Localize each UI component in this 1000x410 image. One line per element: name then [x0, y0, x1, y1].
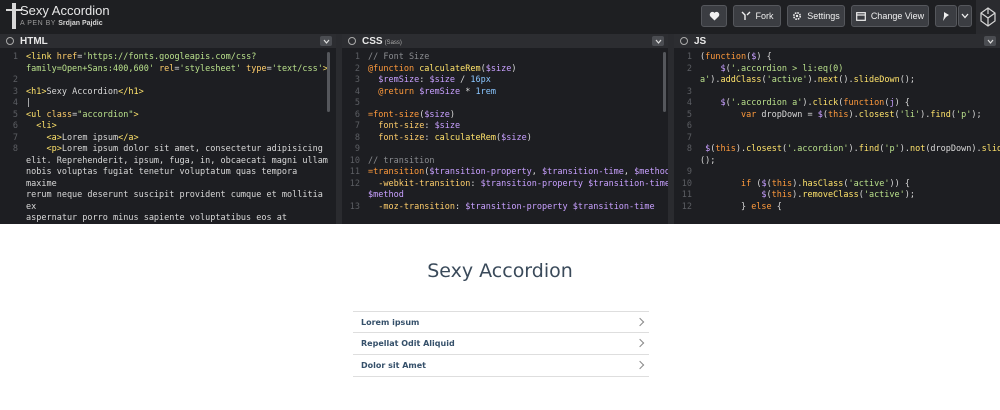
line-numbers: 1 2 3 4 5 6 7 8 9 10 11 12	[681, 52, 692, 212]
pin-icon	[943, 11, 949, 21]
chevron-down-icon	[323, 39, 329, 44]
css-pane-menu-button[interactable]	[652, 36, 664, 46]
top-bar: Sexy Accordion A PEN BY Srdjan Pajdic Fo…	[0, 0, 1000, 34]
accordion-item-label: Repellat Odit Aliquid	[361, 339, 455, 348]
css-editor-pane[interactable]: CSS (Sass) 1 2 3 4 5 6 7 8 9 10 11 12 13 // Font Size…	[342, 34, 668, 224]
gear-icon[interactable]	[348, 37, 356, 45]
accordion-item-label: Lorem ipsum	[361, 317, 420, 327]
chevron-down-icon	[961, 13, 969, 19]
html-code[interactable]: 12345678 <link href='https://fonts.googl…	[0, 52, 336, 224]
codepen-cube-icon	[980, 7, 996, 27]
accordion: Lorem ipsum Repellat Odit Aliquid Dolor …	[353, 311, 649, 377]
change-view-button[interactable]: Change View	[851, 5, 929, 27]
chevron-down-icon	[655, 39, 661, 44]
css-pane-title: CSS (Sass)	[362, 35, 402, 47]
js-editor-pane[interactable]: JS 1 2 3 4 5 6 7 8 9 10 11 12 (function($) { $('.ac…	[674, 34, 1000, 224]
accordion-item[interactable]: Dolor sit Amet	[353, 355, 649, 377]
chevron-right-icon	[635, 317, 645, 327]
pen-author: A PEN BY Srdjan Pajdic	[20, 20, 103, 27]
gear-icon[interactable]	[680, 37, 688, 45]
chevron-right-icon	[635, 338, 645, 348]
js-pane-header: JS	[674, 34, 1000, 48]
css-pane-header: CSS (Sass)	[342, 34, 668, 48]
fork-label: Fork	[755, 11, 774, 21]
line-numbers: 12345678	[12, 52, 18, 154]
html-pane-menu-button[interactable]	[320, 36, 332, 46]
html-scrollbar[interactable]	[327, 52, 330, 112]
accordion-item[interactable]: Repellat Odit Aliquid	[353, 333, 649, 355]
pen-title-block: Sexy Accordion A PEN BY Srdjan Pajdic	[20, 3, 110, 27]
html-pane-title: HTML	[20, 35, 48, 47]
layout-icon	[855, 11, 866, 21]
heart-button[interactable]	[701, 5, 727, 27]
css-code[interactable]: 1 2 3 4 5 6 7 8 9 10 11 12 13 // Font Size @function…	[342, 52, 668, 224]
js-code[interactable]: 1 2 3 4 5 6 7 8 9 10 11 12 (function($) { $('.accor…	[674, 52, 1000, 224]
pin-button[interactable]	[935, 5, 957, 27]
gear-icon	[793, 11, 802, 21]
fork-icon	[741, 11, 750, 20]
line-numbers: 1 2 3 4 5 6 7 8 9 10 11 12 13	[349, 52, 360, 212]
fork-button[interactable]: Fork	[733, 5, 781, 27]
settings-button[interactable]: Settings	[787, 5, 845, 27]
author-link[interactable]: Srdjan Pajdic	[58, 20, 102, 27]
user-avatar[interactable]	[976, 0, 1000, 34]
chevron-right-icon	[635, 360, 645, 370]
js-pane-menu-button[interactable]	[984, 36, 996, 46]
chevron-down-icon	[987, 39, 993, 44]
pen-title: Sexy Accordion	[20, 3, 110, 18]
result-preview: Sexy Accordion Lorem ipsum Repellat Odit…	[0, 224, 1000, 410]
pin-menu-button[interactable]	[958, 5, 972, 27]
accordion-item[interactable]: Lorem ipsum	[353, 311, 649, 333]
css-scrollbar[interactable]	[663, 52, 666, 112]
accordion-item-label: Dolor sit Amet	[361, 361, 426, 370]
html-editor-pane[interactable]: HTML 12345678 <link href='https://fonts.…	[0, 34, 336, 224]
page-title: Sexy Accordion	[427, 260, 573, 282]
js-pane-title: JS	[694, 35, 707, 47]
change-view-label: Change View	[870, 11, 925, 21]
html-pane-header: HTML	[0, 34, 336, 48]
heart-icon	[709, 11, 719, 21]
settings-label: Settings	[807, 11, 840, 21]
gear-icon[interactable]	[6, 37, 14, 45]
